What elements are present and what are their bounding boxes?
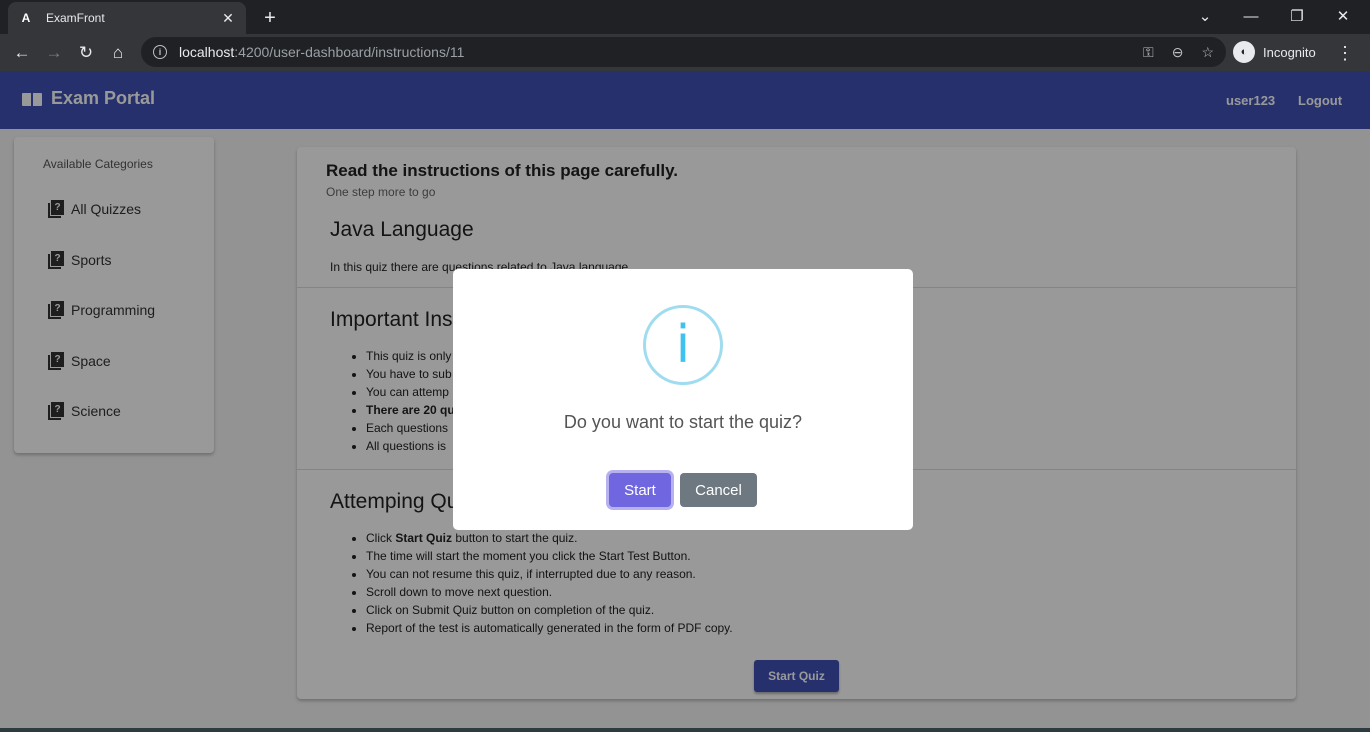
home-icon[interactable]: ⌂: [105, 40, 131, 66]
close-window-button[interactable]: ✕: [1320, 4, 1366, 28]
browser-tab-strip: A ExamFront ✕ + ⌄ — ❐ ✕: [0, 0, 1370, 34]
url-path: :4200/user-dashboard/instructions/11: [234, 44, 465, 60]
browser-tab[interactable]: A ExamFront ✕: [8, 2, 246, 34]
browser-menu-icon[interactable]: ⋮: [1335, 40, 1355, 66]
back-arrow-icon[interactable]: ←: [9, 40, 35, 66]
angular-favicon-icon: A: [21, 11, 31, 25]
taskbar-strip: [0, 728, 1370, 732]
forward-arrow-icon[interactable]: →: [41, 40, 67, 66]
incognito-label: Incognito: [1263, 44, 1316, 60]
tab-search-icon[interactable]: ⌄: [1182, 4, 1228, 28]
url-host: localhost: [179, 44, 235, 60]
address-bar[interactable]: i localhost:4200/user-dashboard/instruct…: [141, 37, 1226, 67]
cancel-button[interactable]: Cancel: [680, 473, 757, 507]
minimize-button[interactable]: —: [1228, 4, 1274, 28]
confirm-start-button[interactable]: Start: [609, 473, 671, 507]
tab-title: ExamFront: [46, 11, 105, 25]
reload-icon[interactable]: ↻: [73, 40, 99, 66]
restore-button[interactable]: ❐: [1274, 4, 1320, 28]
zoom-icon[interactable]: ⊖: [1172, 44, 1184, 61]
new-tab-button[interactable]: +: [258, 6, 282, 30]
info-icon: i: [643, 305, 723, 385]
confirm-dialog: i Do you want to start the quiz? Start C…: [453, 269, 913, 530]
tab-close-icon[interactable]: ✕: [220, 10, 236, 27]
star-icon[interactable]: ☆: [1201, 44, 1214, 61]
site-info-icon[interactable]: i: [153, 45, 167, 59]
url-text: localhost:4200/user-dashboard/instructio…: [179, 44, 1125, 60]
browser-toolbar: ← → ↻ ⌂ i localhost:4200/user-dashboard/…: [0, 34, 1370, 71]
incognito-icon: ◐: [1233, 41, 1255, 63]
dialog-question: Do you want to start the quiz?: [563, 412, 803, 432]
key-icon[interactable]: ⚿: [1143, 44, 1154, 61]
incognito-indicator[interactable]: ◐ Incognito: [1233, 39, 1316, 65]
